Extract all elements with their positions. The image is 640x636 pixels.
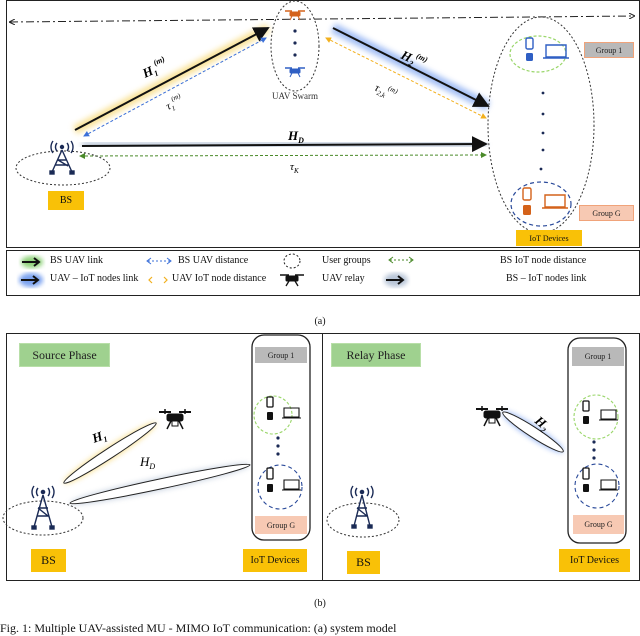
drone-icon [159, 409, 191, 430]
legend-item-bs-iot-link: BS – IoT nodes link [506, 273, 587, 284]
group-dot [592, 456, 596, 460]
group-first-label: Group 1 [255, 347, 307, 363]
group-last-circle [257, 464, 303, 510]
group-dot [541, 91, 545, 95]
bs-label: BS [48, 191, 84, 210]
bs-tower-icon [49, 140, 75, 175]
bs-tower-icon [31, 485, 55, 530]
grey-glow-arrow-icon [384, 273, 408, 287]
blue-dashed-double-arrow-icon [146, 257, 172, 265]
drone-icon [285, 10, 305, 21]
iot-devices-ellipse [487, 16, 595, 234]
legend-item-bs-uav-distance: BS UAV distance [178, 255, 249, 266]
legend-item-user-groups: User groups [322, 255, 371, 266]
group-dot [539, 167, 543, 171]
group-first-label: Group 1 [572, 347, 624, 366]
panel-a-diagram: H1(m) τ1(m) H2(m) τ2,k(m) HD τK UAV Swar… [0, 0, 640, 234]
bs-coverage-ellipse [15, 150, 111, 186]
tau1-label: τ1(m) [163, 92, 186, 115]
tauk-distance-arrow [79, 152, 487, 159]
laptop-icon [543, 44, 569, 59]
group-dot [541, 112, 545, 116]
drone-icon [476, 406, 508, 427]
watch-icon [267, 412, 273, 420]
phone-icon [582, 467, 590, 480]
group-first-label: Group 1 [584, 42, 634, 58]
watch-icon [583, 416, 589, 424]
phone-icon [266, 396, 274, 408]
figure-caption: Fig. 1: Multiple UAV-assisted MU - MIMO … [0, 621, 397, 635]
bs-label: BS [347, 551, 380, 574]
drone-icon [285, 67, 305, 78]
phone-icon [525, 37, 534, 50]
bs-coverage-ellipse [2, 500, 84, 536]
legend-item-uav-relay: UAV relay [322, 273, 365, 284]
panel-b-diagram: H1 HD H2 [2, 334, 627, 544]
phone-icon [522, 187, 532, 201]
legend-item-uav-iot-distance: UAV IoT node distance [172, 273, 267, 284]
tau1-distance-arrow [83, 37, 267, 137]
laptop-icon [599, 479, 618, 491]
yellow-dashed-double-arrow-icon [148, 276, 168, 284]
iot-device-box [567, 337, 627, 544]
group-last-circle [510, 181, 572, 227]
uav-swarm-label: UAV Swarm [272, 91, 318, 101]
tau2-label: τ2,k(m) [372, 79, 400, 104]
h1-link-arrow [74, 27, 270, 131]
laptop-icon [282, 479, 301, 491]
phone-icon [266, 467, 274, 480]
h1-beam [63, 422, 157, 484]
group-last-label: Group G [573, 515, 624, 534]
watch-icon [523, 205, 531, 215]
legend-item-bs-uav-link: BS UAV link [50, 255, 103, 266]
watch-icon [526, 53, 533, 61]
group-last-label: Group G [579, 205, 634, 221]
green-dashed-double-arrow-icon [388, 256, 414, 264]
tauk-label: τK [290, 161, 299, 175]
group-last-label: Group G [255, 516, 307, 534]
group-dot [541, 148, 545, 152]
swarm-dot [293, 29, 297, 33]
bs-tower-icon [350, 485, 374, 529]
blue-glow-arrow-icon [19, 273, 43, 287]
hd-label: HD [139, 454, 155, 471]
swarm-dot [293, 53, 297, 57]
h1-label: H1 [89, 427, 109, 448]
laptop-icon [542, 194, 568, 209]
bs-label: BS [31, 549, 66, 572]
iot-devices-label: IoT Devices [516, 230, 582, 246]
iot-device-box [251, 334, 311, 541]
legend-item-uav-iot-link: UAV – IoT nodes link [50, 273, 139, 284]
iot-devices-label: IoT Devices [559, 549, 630, 572]
iot-devices-label: IoT Devices [243, 549, 307, 572]
green-glow-arrow-icon [21, 256, 43, 268]
group-dot [276, 436, 280, 440]
watch-icon [267, 484, 273, 492]
group-dot [276, 452, 280, 456]
caption-a: (a) [314, 316, 326, 327]
group-first-circle [509, 35, 567, 73]
laptop-icon [599, 409, 618, 421]
group-last-circle [574, 463, 620, 509]
drone-icon [280, 274, 304, 287]
swarm-dot [293, 41, 297, 45]
watch-icon [583, 484, 589, 492]
dashed-circle-icon [283, 253, 301, 269]
group-dot [276, 444, 280, 448]
legend-item-bs-iot-distance: BS IoT node distance [500, 255, 587, 266]
phone-icon [582, 400, 590, 412]
hd-label: HD [287, 128, 304, 145]
caption-b: (b) [314, 598, 326, 609]
group-dot [541, 131, 545, 135]
group-dot [592, 440, 596, 444]
group-dot [592, 448, 596, 452]
h2-beam [502, 411, 564, 453]
group-first-circle [573, 394, 619, 440]
